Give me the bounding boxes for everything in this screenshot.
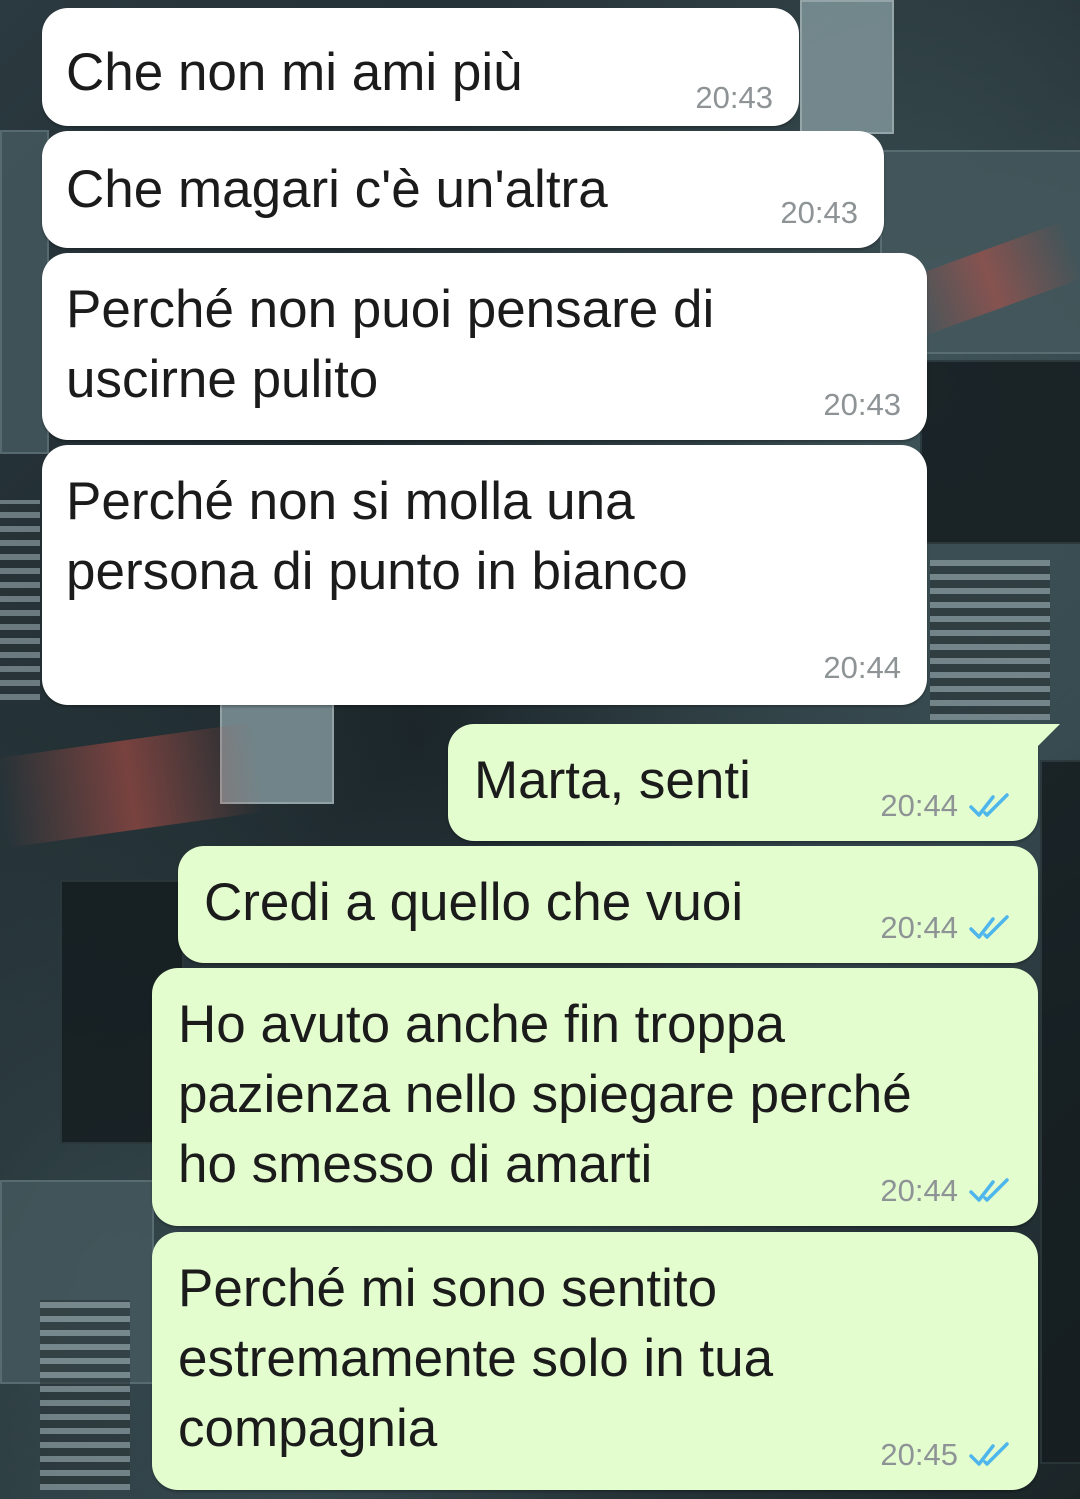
- incoming-message[interactable]: Che non mi ami più 20:43: [42, 8, 799, 126]
- message-text: Che magari c'è un'altra: [66, 160, 608, 219]
- message-text: Ho avuto anche fin troppa pazienza nello…: [178, 995, 912, 1194]
- outgoing-message[interactable]: Ho avuto anche fin troppa pazienza nello…: [152, 968, 1038, 1226]
- message-time: 20:43: [823, 387, 901, 423]
- timestamp: 20:44: [880, 788, 958, 823]
- double-check-read-icon: [969, 793, 1009, 817]
- message-text: Credi a quello che vuoi: [204, 873, 744, 932]
- message-time: 20:44: [880, 1173, 1012, 1209]
- timestamp: 20:44: [823, 650, 901, 685]
- outgoing-message[interactable]: Perché mi sono sentito estremamente solo…: [152, 1232, 1038, 1490]
- timestamp: 20:43: [695, 80, 773, 115]
- timestamp: 20:44: [880, 1173, 958, 1208]
- timestamp: 20:43: [780, 195, 858, 230]
- message-time: 20:45: [880, 1437, 1012, 1473]
- message-time: 20:44: [823, 650, 901, 686]
- message-text: Perché non si molla una persona di punto…: [66, 472, 688, 601]
- message-time: 20:44: [880, 788, 1012, 824]
- message-text: Perché non puoi pensare di uscirne pulit…: [66, 280, 715, 409]
- message-list[interactable]: Che non mi ami più 20:43 Che magari c'è …: [0, 0, 1080, 1499]
- outgoing-message[interactable]: Credi a quello che vuoi 20:44: [178, 846, 1038, 963]
- message-text: Che non mi ami più: [66, 43, 523, 102]
- message-text: Perché mi sono sentito estremamente solo…: [178, 1259, 774, 1458]
- incoming-message[interactable]: Perché non puoi pensare di uscirne pulit…: [42, 253, 927, 440]
- outgoing-message[interactable]: Marta, senti 20:44: [448, 724, 1060, 841]
- double-check-read-icon: [969, 915, 1009, 939]
- double-check-read-icon: [969, 1178, 1009, 1202]
- timestamp: 20:43: [823, 387, 901, 422]
- double-check-read-icon: [969, 1442, 1009, 1466]
- bubble-tail: [1032, 724, 1060, 752]
- incoming-message[interactable]: Perché non si molla una persona di punto…: [42, 445, 927, 705]
- message-time: 20:44: [880, 910, 1012, 946]
- message-time: 20:43: [695, 80, 773, 116]
- timestamp: 20:44: [880, 910, 958, 945]
- message-time: 20:43: [780, 195, 858, 231]
- message-text: Marta, senti: [474, 751, 751, 810]
- timestamp: 20:45: [880, 1437, 958, 1472]
- incoming-message[interactable]: Che magari c'è un'altra 20:43: [42, 131, 884, 248]
